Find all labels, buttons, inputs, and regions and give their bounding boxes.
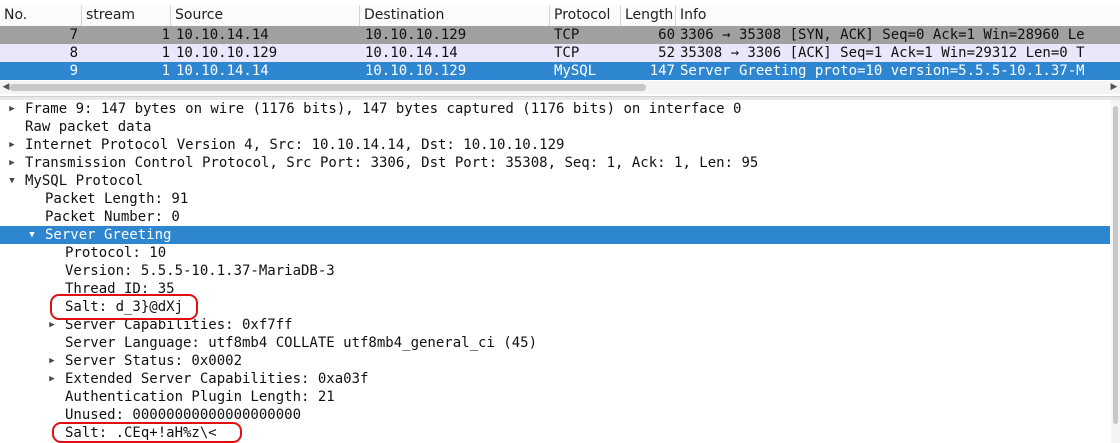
column-header-protocol[interactable]: Protocol xyxy=(550,5,621,26)
tree-item-label: Authentication Plugin Length: 21 xyxy=(65,389,335,405)
cell-length: 147 xyxy=(649,63,675,79)
cell-info: Server Greeting proto=10 version=5.5.5-1… xyxy=(680,63,1085,79)
tree-item-packet-length[interactable]: Packet Length: 91 xyxy=(0,190,1110,208)
tree-item-server-greeting[interactable]: ▼ Server Greeting xyxy=(0,226,1110,244)
packet-row[interactable]: 7 1 10.10.14.14 10.10.10.129 TCP 60 3306… xyxy=(0,26,1120,44)
cell-source: 10.10.10.129 xyxy=(176,45,278,61)
cell-length: 52 xyxy=(658,45,675,61)
packet-list-header: No. stream Source Destination Protocol L… xyxy=(0,5,1120,27)
tree-item-label: Server Language: utf8mb4 COLLATE utf8mb4… xyxy=(65,335,538,351)
tree-item-frame[interactable]: ▶ Frame 9: 147 bytes on wire (1176 bits)… xyxy=(0,100,1110,118)
cell-source: 10.10.14.14 xyxy=(176,63,269,79)
column-header-stream[interactable]: stream xyxy=(82,5,171,26)
cell-no: 8 xyxy=(69,45,78,61)
scrollbar-thumb[interactable] xyxy=(10,84,646,91)
cell-info: 35308 → 3306 [ACK] Seq=1 Ack=1 Win=29312… xyxy=(680,45,1085,61)
cell-info: 3306 → 35308 [SYN, ACK] Seq=0 Ack=1 Win=… xyxy=(680,27,1085,43)
tree-item-tcp[interactable]: ▶ Transmission Control Protocol, Src Por… xyxy=(0,154,1110,172)
tree-item-auth-plugin-length[interactable]: Authentication Plugin Length: 21 xyxy=(0,388,1110,406)
tree-item-label: Version: 5.5.5-10.1.37-MariaDB-3 xyxy=(65,263,335,279)
collapse-triangle-icon[interactable]: ▼ xyxy=(7,172,17,190)
tree-item-label: Protocol: 10 xyxy=(65,245,167,261)
column-header-length[interactable]: Length xyxy=(621,5,676,26)
cell-protocol: TCP xyxy=(554,45,580,61)
column-header-info[interactable]: Info xyxy=(676,5,1120,26)
cell-protocol: TCP xyxy=(554,27,580,43)
collapse-triangle-icon[interactable]: ▼ xyxy=(27,226,37,244)
cell-destination: 10.10.14.14 xyxy=(365,45,458,61)
expand-triangle-icon[interactable]: ▶ xyxy=(47,370,57,388)
cell-no: 7 xyxy=(69,27,78,43)
cell-no: 9 xyxy=(69,63,78,79)
tree-item-mysql[interactable]: ▼ MySQL Protocol xyxy=(0,172,1110,190)
packet-details-pane[interactable]: ▶ Frame 9: 147 bytes on wire (1176 bits)… xyxy=(0,100,1120,443)
tree-item-server-language[interactable]: Server Language: utf8mb4 COLLATE utf8mb4… xyxy=(0,334,1110,352)
tree-item-extended-capabilities[interactable]: ▶ Extended Server Capabilities: 0xa03f xyxy=(0,370,1110,388)
cell-source: 10.10.14.14 xyxy=(176,27,269,43)
cell-stream: 1 xyxy=(161,45,170,61)
cell-protocol: MySQL xyxy=(554,63,597,79)
tree-item-raw[interactable]: Raw packet data xyxy=(0,118,1110,136)
cell-destination: 10.10.10.129 xyxy=(365,63,467,79)
packet-row-selected[interactable]: 9 1 10.10.14.14 10.10.10.129 MySQL 147 S… xyxy=(0,62,1120,80)
expand-triangle-icon[interactable]: ▶ xyxy=(7,100,17,118)
cell-stream: 1 xyxy=(161,27,170,43)
tree-item-label: Frame 9: 147 bytes on wire (1176 bits), … xyxy=(25,101,742,117)
horizontal-scrollbar[interactable]: ◀ ▶ xyxy=(0,81,1120,94)
tree-item-label: Server Greeting xyxy=(45,227,172,243)
expand-triangle-icon[interactable]: ▶ xyxy=(7,136,17,154)
tree-item-label: Raw packet data xyxy=(25,119,152,135)
tree-item-ip[interactable]: ▶ Internet Protocol Version 4, Src: 10.1… xyxy=(0,136,1110,154)
tree-item-label: Extended Server Capabilities: 0xa03f xyxy=(65,371,369,387)
column-header-source[interactable]: Source xyxy=(171,5,360,26)
scroll-right-icon[interactable]: ▶ xyxy=(1108,81,1120,94)
cell-length: 60 xyxy=(658,27,675,43)
packet-list-pane[interactable]: No. stream Source Destination Protocol L… xyxy=(0,0,1120,96)
tree-item-version[interactable]: Version: 5.5.5-10.1.37-MariaDB-3 xyxy=(0,262,1110,280)
tree-item-label: Packet Number: 0 xyxy=(45,209,180,225)
cell-destination: 10.10.10.129 xyxy=(365,27,467,43)
column-header-no[interactable]: No. xyxy=(0,5,82,26)
column-header-destination[interactable]: Destination xyxy=(360,5,550,26)
tree-item-packet-number[interactable]: Packet Number: 0 xyxy=(0,208,1110,226)
expand-triangle-icon[interactable]: ▶ xyxy=(47,352,57,370)
tree-item-label: Transmission Control Protocol, Src Port:… xyxy=(25,155,759,171)
annotation-circle xyxy=(50,294,198,320)
packet-row[interactable]: 8 1 10.10.10.129 10.10.14.14 TCP 52 3530… xyxy=(0,44,1120,62)
expand-triangle-icon[interactable]: ▶ xyxy=(7,154,17,172)
tree-item-label: MySQL Protocol xyxy=(25,173,144,189)
tree-item-label: Internet Protocol Version 4, Src: 10.10.… xyxy=(25,137,565,153)
tree-item-label: Packet Length: 91 xyxy=(45,191,189,207)
tree-item-label: Server Status: 0x0002 xyxy=(65,353,243,369)
tree-item-protocol[interactable]: Protocol: 10 xyxy=(0,244,1110,262)
tree-item-server-status[interactable]: ▶ Server Status: 0x0002 xyxy=(0,352,1110,370)
scrollbar-thumb[interactable] xyxy=(1113,106,1118,424)
vertical-scrollbar[interactable] xyxy=(1111,100,1120,443)
cell-stream: 1 xyxy=(161,63,170,79)
annotation-circle xyxy=(52,422,242,443)
